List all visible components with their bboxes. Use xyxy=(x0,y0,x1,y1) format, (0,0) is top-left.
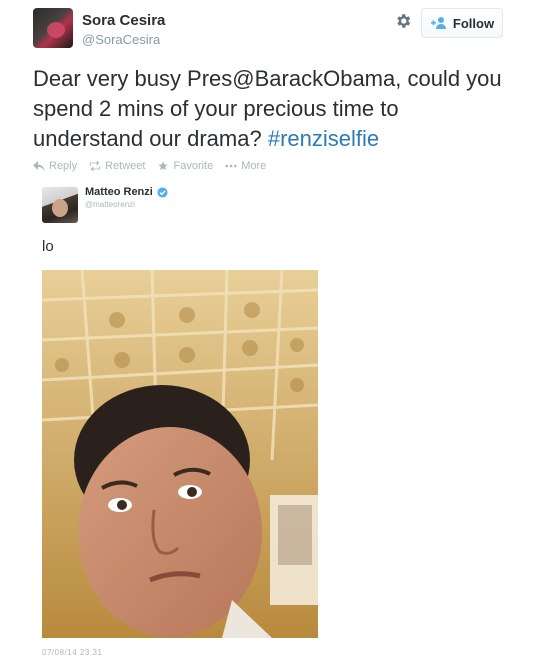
user-fullname[interactable]: Sora Cesira xyxy=(82,12,165,29)
reply-label: Reply xyxy=(49,160,78,172)
embedded-text: lo xyxy=(42,238,54,255)
selfie-photo[interactable] xyxy=(42,270,318,638)
reply-icon xyxy=(33,161,45,171)
embedded-avatar[interactable] xyxy=(42,187,78,223)
embedded-fullname-text: Matteo Renzi xyxy=(85,186,153,198)
retweet-label: Retweet xyxy=(105,160,146,172)
more-dots-icon xyxy=(225,164,237,168)
retweet-icon xyxy=(89,161,101,171)
favorite-label: Favorite xyxy=(173,160,214,172)
favorite-action[interactable]: Favorite xyxy=(157,160,213,172)
favorite-star-icon xyxy=(158,161,169,171)
embedded-fullname[interactable]: Matteo Renzi xyxy=(85,186,168,198)
verified-badge-icon xyxy=(157,186,168,198)
embedded-screenname[interactable]: @matteorenzi xyxy=(85,200,135,209)
user-screenname[interactable]: @SoraCesira xyxy=(82,32,160,47)
follow-label: Follow xyxy=(452,15,495,31)
follow-button[interactable]: Follow xyxy=(421,8,503,38)
gear-icon[interactable] xyxy=(394,12,412,30)
avatar[interactable] xyxy=(33,8,73,48)
hashtag-link[interactable]: #renziselfie xyxy=(268,126,379,151)
reply-action[interactable]: Reply xyxy=(33,160,77,172)
more-label: More xyxy=(241,160,267,172)
embedded-timestamp: 07/08/14 23:31 xyxy=(42,648,103,657)
retweet-action[interactable]: Retweet xyxy=(89,160,145,172)
tweet-actions: Reply Retweet Favorite More xyxy=(33,160,266,172)
follow-person-icon xyxy=(430,17,446,29)
tweet-card: Sora Cesira @SoraCesira Follow Dear very… xyxy=(0,0,537,660)
tweet-text: Dear very busy Pres@BarackObama, could y… xyxy=(33,64,513,154)
more-action[interactable]: More xyxy=(225,160,266,172)
